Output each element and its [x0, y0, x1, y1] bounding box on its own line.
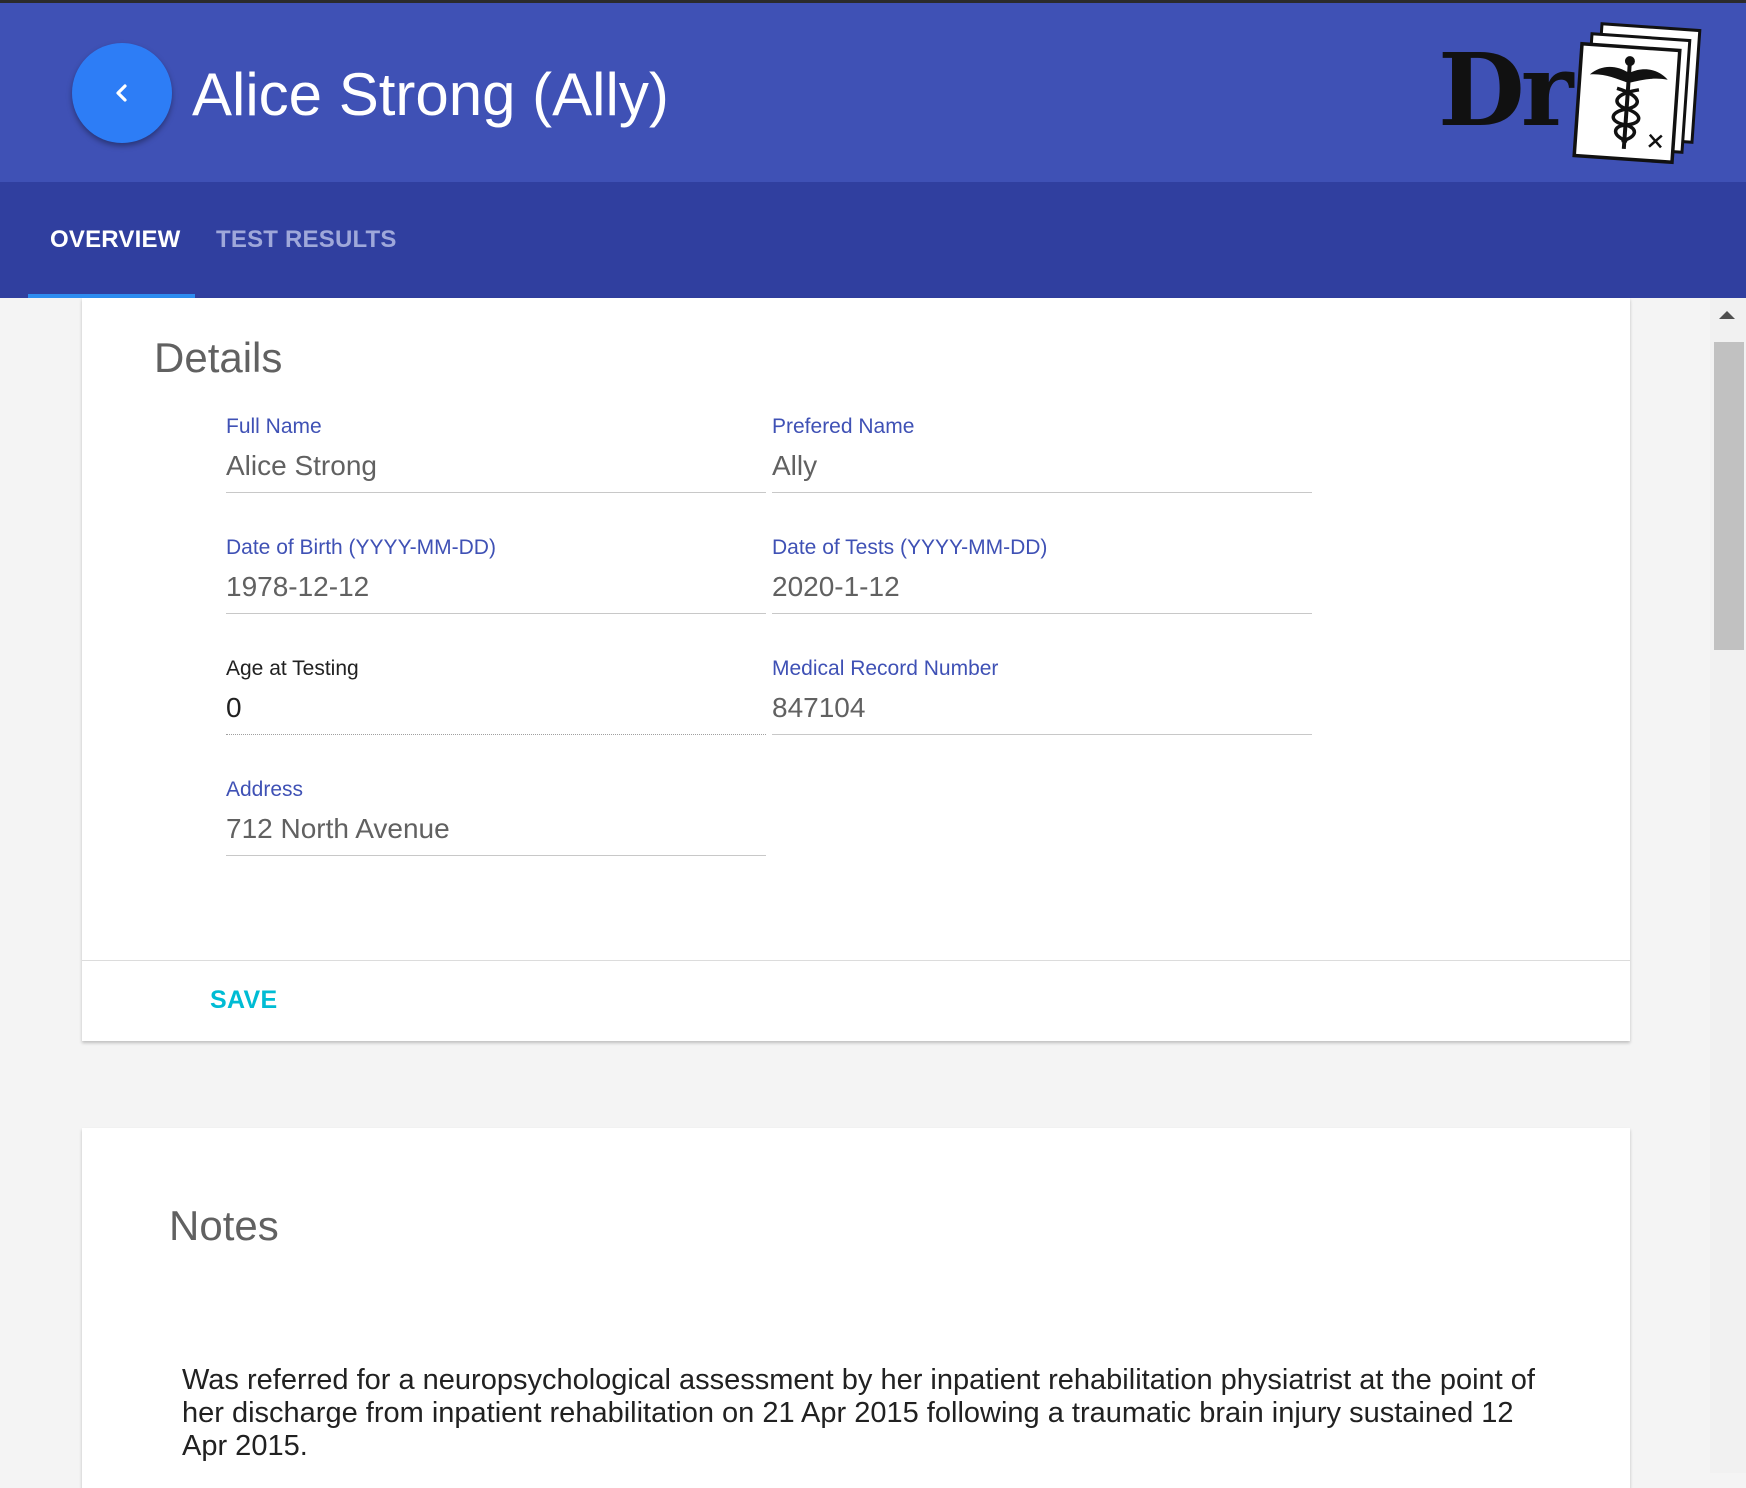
date-of-birth-input[interactable]: 1978-12-12	[226, 569, 766, 605]
caduceus-icon	[1572, 22, 1702, 165]
preferred-name-field[interactable]: Prefered Name Ally	[772, 414, 1312, 493]
tab-bar: OVERVIEW TEST RESULTS	[0, 182, 1746, 298]
notes-text[interactable]: Was referred for a neuropsychological as…	[182, 1364, 1552, 1463]
details-title: Details	[154, 334, 283, 381]
tab-overview[interactable]: OVERVIEW	[50, 226, 181, 254]
field-label: Prefered Name	[772, 415, 915, 438]
app-bar: Alice Strong (Ally) Dr	[0, 3, 1746, 182]
scroll-up-arrow-icon[interactable]	[1719, 311, 1735, 319]
date-of-tests-field[interactable]: Date of Tests (YYYY-MM-DD) 2020-1-12	[772, 535, 1312, 614]
field-underline	[226, 734, 766, 735]
field-underline	[772, 734, 1312, 735]
app-logo: Dr	[1438, 22, 1702, 165]
medical-record-number-field[interactable]: Medical Record Number 847104	[772, 656, 1312, 735]
address-field[interactable]: Address 712 North Avenue	[226, 777, 766, 856]
address-input[interactable]: 712 North Avenue	[226, 811, 766, 847]
field-label: Age at Testing	[226, 657, 359, 680]
notes-title: Notes	[169, 1202, 279, 1249]
field-underline	[226, 492, 766, 493]
field-label: Date of Tests (YYYY-MM-DD)	[772, 536, 1048, 559]
field-underline	[226, 855, 766, 856]
field-underline	[226, 613, 766, 614]
save-button[interactable]: SAVE	[210, 986, 277, 1015]
age-at-testing-value: 0	[226, 692, 242, 723]
date-of-birth-field[interactable]: Date of Birth (YYYY-MM-DD) 1978-12-12	[226, 535, 766, 614]
field-label: Address	[226, 778, 304, 801]
field-underline	[772, 613, 1312, 614]
age-at-testing-field: Age at Testing 0	[226, 656, 766, 735]
date-of-tests-input[interactable]: 2020-1-12	[772, 569, 1312, 605]
back-button[interactable]	[72, 43, 172, 143]
details-card: Details Full Name Alice Strong Prefered …	[82, 298, 1630, 1041]
preferred-name-input[interactable]: Ally	[772, 448, 1312, 484]
field-label: Medical Record Number	[772, 657, 999, 680]
full-name-input[interactable]: Alice Strong	[226, 448, 766, 484]
scrollbar-thumb[interactable]	[1714, 342, 1744, 650]
medical-record-number-input[interactable]: 847104	[772, 690, 1312, 726]
page-title: Alice Strong (Ally)	[192, 61, 669, 128]
card-divider	[82, 960, 1630, 961]
notes-card: Notes Was referred for a neuropsychologi…	[82, 1128, 1630, 1488]
field-label: Full Name	[226, 415, 322, 438]
logo-text: Dr	[1438, 31, 1575, 149]
tab-test-results[interactable]: TEST RESULTS	[216, 226, 397, 254]
chevron-left-icon	[116, 84, 127, 102]
field-label: Date of Birth (YYYY-MM-DD)	[226, 536, 496, 559]
field-underline	[772, 492, 1312, 493]
full-name-field[interactable]: Full Name Alice Strong	[226, 414, 766, 493]
